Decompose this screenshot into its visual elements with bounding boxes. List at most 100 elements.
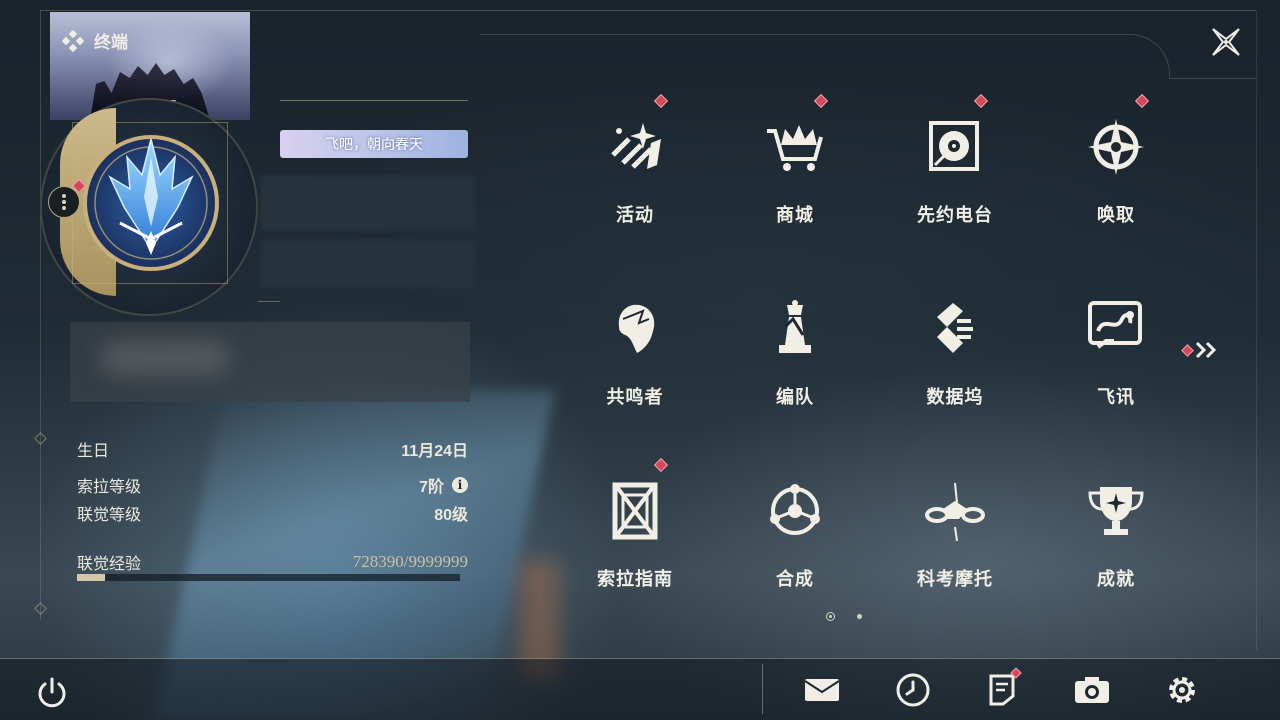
- stat-value: 7阶: [419, 479, 444, 496]
- trophy-icon: [1088, 487, 1144, 535]
- synthesis-icon: [770, 484, 820, 535]
- stat-label: 联觉经验: [77, 556, 142, 573]
- hidden-uid-field: [260, 240, 475, 288]
- menu-item-1[interactable]: 活动: [570, 93, 700, 250]
- exp-progress-bar: [77, 574, 460, 581]
- avatar-crest-icon: [83, 135, 219, 271]
- frame-line-top: [40, 10, 1256, 11]
- profile-more-button[interactable]: [48, 186, 80, 218]
- menu-item-label: 飞讯: [1097, 387, 1135, 407]
- menu-item-12[interactable]: 成就: [1051, 464, 1181, 614]
- menu-icon-wrap: [603, 115, 667, 179]
- menu-item-11[interactable]: 科考摩托: [890, 464, 1020, 614]
- stat-union-exp: 联觉经验 728390/9999999: [77, 550, 468, 574]
- menu-icon-wrap: [923, 297, 987, 361]
- menu-icon-wrap: [603, 479, 667, 543]
- motorcycle-icon: [925, 482, 985, 542]
- frame-line-right: [1256, 10, 1257, 650]
- radio-icon: [929, 121, 979, 171]
- menu-item-label: 合成: [776, 569, 814, 589]
- page-title-text: 终端: [94, 33, 128, 52]
- stat-label: 联觉等级: [77, 507, 142, 524]
- info-icon[interactable]: i: [452, 477, 468, 493]
- menu-icon-wrap: [923, 479, 987, 543]
- menu-item-label: 活动: [616, 205, 654, 225]
- menu-item-label: 索拉指南: [597, 569, 673, 589]
- settings-icon: [1169, 677, 1195, 703]
- next-page-badge-dot: [1181, 343, 1194, 357]
- next-page-button[interactable]: [1180, 336, 1222, 364]
- menu-icon-wrap: [763, 297, 827, 361]
- menu-item-label: 唤取: [1097, 205, 1135, 225]
- page-dot-active[interactable]: [826, 612, 835, 621]
- menu-icon-wrap: [603, 297, 667, 361]
- menu-icon-wrap: [763, 479, 827, 543]
- settings-button[interactable]: [1162, 670, 1202, 710]
- menu-item-6[interactable]: 编队: [730, 282, 860, 432]
- double-chevron-right-icon: [1195, 341, 1217, 359]
- terminal-diamond-icon: [62, 29, 84, 52]
- notice-button[interactable]: [982, 667, 1022, 710]
- mail-button[interactable]: [802, 670, 842, 710]
- menu-item-label: 科考摩托: [917, 569, 993, 589]
- cart-crown-icon: [767, 125, 823, 171]
- stat-label: 索拉等级: [77, 479, 142, 496]
- stat-value: 11月24日: [401, 443, 468, 460]
- mail-icon: [804, 679, 840, 701]
- avatar[interactable]: [80, 127, 222, 277]
- exp-progress-fill: [77, 574, 105, 581]
- menu-item-label: 编队: [776, 387, 814, 407]
- stat-union-level: 联觉等级 80级: [77, 501, 468, 525]
- frame-curve: [480, 34, 1170, 78]
- camera-button[interactable]: [1072, 670, 1112, 710]
- menu-item-label: 数据坞: [926, 387, 984, 407]
- close-button[interactable]: [1206, 22, 1246, 62]
- history-button[interactable]: [893, 670, 933, 710]
- camera-icon: [1075, 677, 1109, 703]
- stat-value: 80级: [434, 507, 468, 524]
- menu-item-4[interactable]: 唤取: [1051, 93, 1181, 250]
- signature-text: 飞吧，朝向春天: [325, 136, 423, 152]
- sparkle-icon: [611, 123, 661, 169]
- menu-icon-wrap: [763, 115, 827, 179]
- chess-icon: [779, 300, 811, 353]
- menu-item-label: 商城: [776, 205, 814, 225]
- stat-value-group: 7阶 i: [419, 473, 468, 497]
- power-button[interactable]: [34, 675, 70, 711]
- page-title: 终端: [62, 28, 128, 53]
- frame-line-tail: [1169, 78, 1256, 79]
- character-head-icon: [618, 304, 655, 353]
- menu-icon-wrap: [1084, 297, 1148, 361]
- menu-item-3[interactable]: 先约电台: [890, 93, 1020, 250]
- stat-birthday: 生日 11月24日: [77, 437, 468, 461]
- avatar-underline: [258, 301, 280, 302]
- menu-item-9[interactable]: 索拉指南: [570, 457, 700, 614]
- menu-item-2[interactable]: 商城: [730, 93, 860, 250]
- signature-badge[interactable]: 飞吧，朝向春天: [280, 130, 468, 158]
- data-dock-icon: [937, 303, 973, 353]
- bottom-bar-divider: [762, 664, 763, 714]
- menu-item-5[interactable]: 共鸣者: [570, 282, 700, 432]
- menu-item-10[interactable]: 合成: [730, 464, 860, 614]
- menu-icon-wrap: [923, 115, 987, 179]
- stat-label: 生日: [77, 443, 110, 460]
- compass-star-icon: [1088, 119, 1144, 175]
- frame-line-left: [40, 10, 41, 620]
- bottom-bar-line: [0, 658, 1280, 659]
- menu-item-8[interactable]: 飞讯: [1051, 282, 1181, 432]
- signature-divider: [280, 100, 468, 101]
- menu-icon-wrap: [1084, 115, 1148, 179]
- menu-item-label: 先约电台: [917, 205, 993, 225]
- more-dots-icon: [62, 194, 66, 210]
- menu-icon-wrap: [1084, 479, 1148, 543]
- menu-item-7[interactable]: 数据坞: [890, 282, 1020, 432]
- power-icon: [38, 677, 66, 708]
- stat-exp-value: 728390/9999999: [352, 552, 468, 571]
- hidden-name-field: [260, 175, 475, 230]
- page-dot[interactable]: [857, 614, 862, 619]
- hidden-bio-field: [70, 322, 470, 402]
- menu-item-label: 共鸣者: [606, 387, 664, 407]
- clock-icon: [896, 673, 930, 707]
- guide-book-icon: [612, 482, 658, 540]
- notice-icon: [989, 674, 1015, 706]
